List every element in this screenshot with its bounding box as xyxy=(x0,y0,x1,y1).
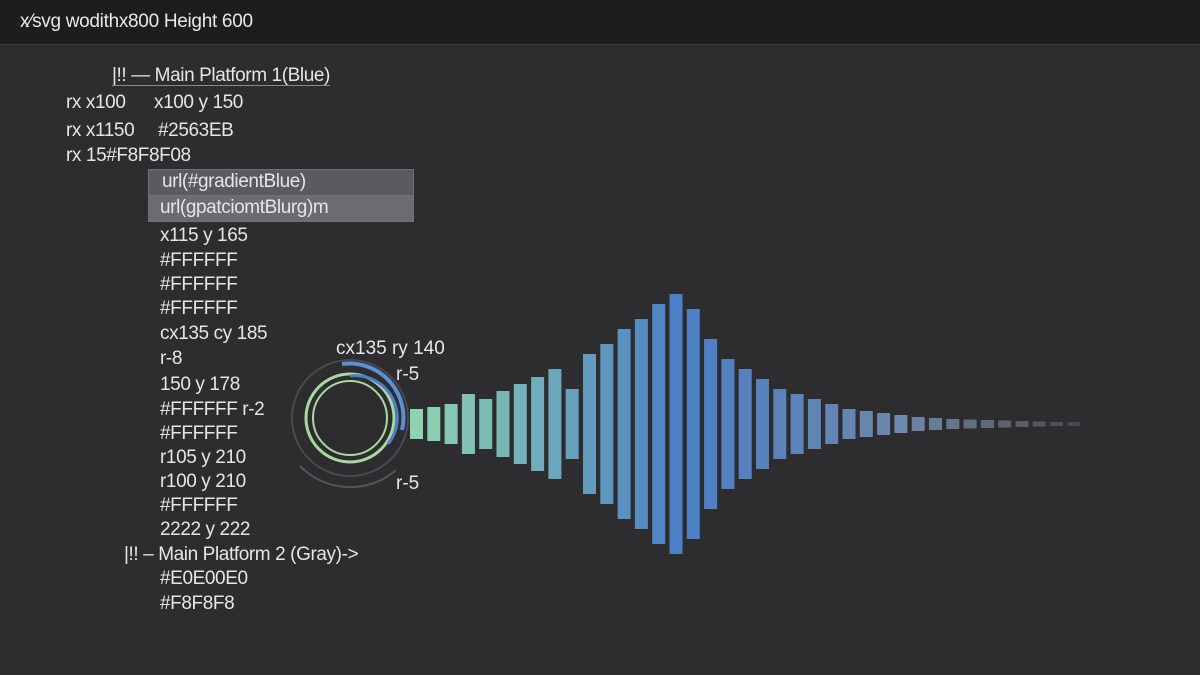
waveform-bar xyxy=(427,407,441,441)
waveform-bar xyxy=(773,389,787,459)
waveform-bar xyxy=(790,394,804,454)
waveform-bar xyxy=(410,409,423,439)
ring-core-icon xyxy=(312,380,388,456)
waveform-bar xyxy=(704,339,718,509)
audio-waveform-icon: cx135 ry 140 r-5 r-5 xyxy=(291,294,1081,554)
waveform-bar xyxy=(738,369,752,479)
waveform-bar xyxy=(980,420,994,428)
waveform-bar xyxy=(531,377,545,471)
waveform-bar xyxy=(634,319,648,529)
ring-group xyxy=(291,359,409,489)
waveform-bar xyxy=(756,379,769,469)
waveform-bar xyxy=(652,304,666,544)
waveform-bar xyxy=(842,409,856,439)
waveform-bar xyxy=(600,344,614,504)
waveform-bar xyxy=(998,420,1012,428)
ring-inner-icon xyxy=(304,372,396,464)
ring-outer-icon xyxy=(291,359,409,477)
waveform-bar xyxy=(1032,421,1046,427)
waveform-bar xyxy=(825,404,839,444)
waveform-bar xyxy=(686,309,700,539)
waveform-bar xyxy=(1067,422,1081,426)
waveform-bar xyxy=(565,389,579,459)
cx135-cy140-label: cx135 ry 140 xyxy=(336,338,445,359)
waveform-bar xyxy=(461,394,475,454)
waveform-bar xyxy=(479,399,493,449)
waveform-bar xyxy=(444,404,458,444)
waveform-bar xyxy=(513,384,527,464)
waveform-bar xyxy=(963,419,977,429)
waveform-bar xyxy=(583,354,596,494)
waveform-bar xyxy=(946,419,960,429)
waveform-bar xyxy=(669,294,683,554)
waveform-bar xyxy=(1050,422,1064,426)
waveform-bar xyxy=(877,413,891,435)
waveform-bar xyxy=(617,329,631,519)
waveform-bar xyxy=(894,415,908,433)
waveform-bar xyxy=(859,411,873,437)
waveform-bar xyxy=(548,369,562,479)
waveform-bar xyxy=(1015,421,1029,427)
waveform-bars xyxy=(410,294,1081,554)
waveform-bar xyxy=(911,417,925,431)
waveform-bar xyxy=(721,359,735,489)
r5-label-top: r-5 xyxy=(396,364,419,385)
waveform-bar xyxy=(496,391,510,457)
waveform-bar xyxy=(929,418,942,430)
r5-label-bottom: r-5 xyxy=(396,473,419,494)
waveform-bar xyxy=(807,399,821,449)
